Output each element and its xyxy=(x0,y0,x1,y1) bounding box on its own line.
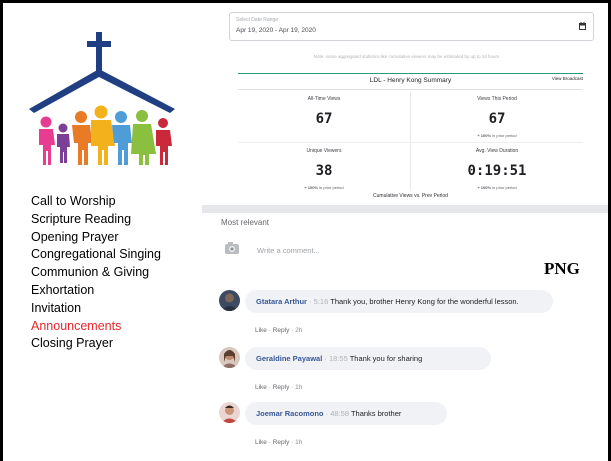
comment-text: Thank you for sharing xyxy=(349,354,423,363)
comment-age: 1h xyxy=(295,439,303,446)
church-logo xyxy=(29,32,175,165)
section-divider xyxy=(202,205,608,213)
avatar[interactable] xyxy=(219,347,240,368)
menu-item-invitation[interactable]: Invitation xyxy=(31,300,161,318)
comment-author[interactable]: Gtatara Arthur xyxy=(256,297,307,306)
metric-value: 67 xyxy=(315,111,333,127)
comments-sort-label[interactable]: Most relevant xyxy=(221,218,269,227)
comment-actions: Like · Reply · 2h xyxy=(255,327,303,334)
metric-sub-text: in prior period xyxy=(319,185,344,190)
menu-item-announcements[interactable]: Announcements xyxy=(31,318,161,336)
summary-panel: LDL - Henry Kong Summary View Broadcast … xyxy=(238,73,583,201)
metric-label: Unique Viewers xyxy=(306,148,342,154)
comment-age: 2h xyxy=(295,327,303,334)
livestream-screenshot: Select Date Range Apr 19, 2020 - Apr 19,… xyxy=(202,7,608,461)
like-link[interactable]: Like xyxy=(255,439,267,446)
reply-link[interactable]: Reply xyxy=(273,327,290,334)
metric-label: All-Time Views xyxy=(307,96,341,102)
page-frame: Call to Worship Scripture Reading Openin… xyxy=(0,0,611,461)
menu-item-communion-giving[interactable]: Communion & Giving xyxy=(31,264,161,282)
like-link[interactable]: Like xyxy=(255,384,267,391)
menu-item-congregational-singing[interactable]: Congregational Singing xyxy=(31,246,161,264)
comment-item: Joemar Racomono · 48:58 Thanks brother L… xyxy=(219,402,579,452)
metric-label: Avg. View Duration xyxy=(475,148,519,154)
metric-sub: + 100% in prior period xyxy=(411,133,583,138)
metric-value: 0:19:51 xyxy=(467,163,527,179)
metric-unique-viewers: Unique Viewers 38 + 100% in prior period xyxy=(238,148,410,190)
comment-age: 1h xyxy=(295,384,303,391)
metric-change: + 100% xyxy=(477,185,492,190)
metric-value: 38 xyxy=(315,163,333,179)
date-range-value: Apr 19, 2020 - Apr 19, 2020 xyxy=(236,27,316,34)
avatar[interactable] xyxy=(219,402,240,423)
comment-actions: Like · Reply · 1h xyxy=(255,439,303,446)
menu-item-scripture-reading[interactable]: Scripture Reading xyxy=(31,211,161,229)
cumulative-views-label: Cumulative Views vs. Prev Period xyxy=(373,193,448,199)
comment-timestamp[interactable]: · 18:55 xyxy=(324,354,349,363)
png-label: PNG xyxy=(544,259,580,278)
metric-value: 67 xyxy=(488,111,506,127)
write-comment-input[interactable]: Write a comment... xyxy=(257,246,320,255)
comment-item: Gtatara Arthur · 5:16 Thank you, brother… xyxy=(219,290,579,340)
service-menu: Call to Worship Scripture Reading Openin… xyxy=(31,193,161,353)
comment-author[interactable]: Joemar Racomono xyxy=(256,409,324,418)
summary-rule xyxy=(238,89,583,90)
stats-note: Note: some aggregated statistics like cu… xyxy=(313,54,500,59)
comment-actions: Like · Reply · 1h xyxy=(255,384,303,391)
menu-item-closing-prayer[interactable]: Closing Prayer xyxy=(31,335,161,353)
comment-item: Geraldine Payawal · 18:55 Thank you for … xyxy=(219,347,579,397)
metric-sub: + 100% in prior period xyxy=(238,185,410,190)
view-broadcast-link[interactable]: View Broadcast xyxy=(552,76,583,81)
like-link[interactable]: Like xyxy=(255,327,267,334)
comment-bubble: Gtatara Arthur · 5:16 Thank you, brother… xyxy=(245,290,553,313)
menu-item-exhortation[interactable]: Exhortation xyxy=(31,282,161,300)
summary-title: LDL - Henry Kong Summary xyxy=(369,77,452,84)
comment-timestamp[interactable]: · 5:16 xyxy=(309,297,330,306)
date-range-picker[interactable]: Select Date Range Apr 19, 2020 - Apr 19,… xyxy=(229,12,594,41)
metric-views-this-period: Views This Period 67 + 100% in prior per… xyxy=(411,96,583,138)
calendar-icon[interactable] xyxy=(579,22,586,30)
menu-item-call-to-worship[interactable]: Call to Worship xyxy=(31,193,161,211)
comment-timestamp[interactable]: · 48:58 xyxy=(326,409,351,418)
date-range-label: Select Date Range xyxy=(236,17,278,23)
comment-text: Thank you, brother Henry Kong for the wo… xyxy=(330,297,519,306)
metric-change: + 100% xyxy=(304,185,319,190)
avatar[interactable] xyxy=(219,290,240,311)
reply-link[interactable]: Reply xyxy=(273,384,290,391)
metric-sub-text: in prior period xyxy=(492,133,517,138)
metric-label: Views This Period xyxy=(477,96,517,102)
metric-sub: + 100% in prior period xyxy=(411,185,583,190)
metric-all-time-views: All-Time Views 67 xyxy=(238,96,410,127)
comment-author[interactable]: Geraldine Payawal xyxy=(256,354,322,363)
comment-bubble: Geraldine Payawal · 18:55 Thank you for … xyxy=(245,347,491,370)
menu-item-opening-prayer[interactable]: Opening Prayer xyxy=(31,229,161,247)
comment-bubble: Joemar Racomono · 48:58 Thanks brother xyxy=(245,402,447,425)
metrics-divider-horizontal xyxy=(238,142,583,143)
comment-text: Thanks brother xyxy=(350,409,402,418)
metric-avg-view-duration: Avg. View Duration 0:19:51 + 100% in pri… xyxy=(411,148,583,190)
camera-icon[interactable] xyxy=(224,241,240,255)
metric-change: + 100% xyxy=(477,133,492,138)
reply-link[interactable]: Reply xyxy=(273,439,290,446)
metric-sub-text: in prior period xyxy=(492,185,517,190)
